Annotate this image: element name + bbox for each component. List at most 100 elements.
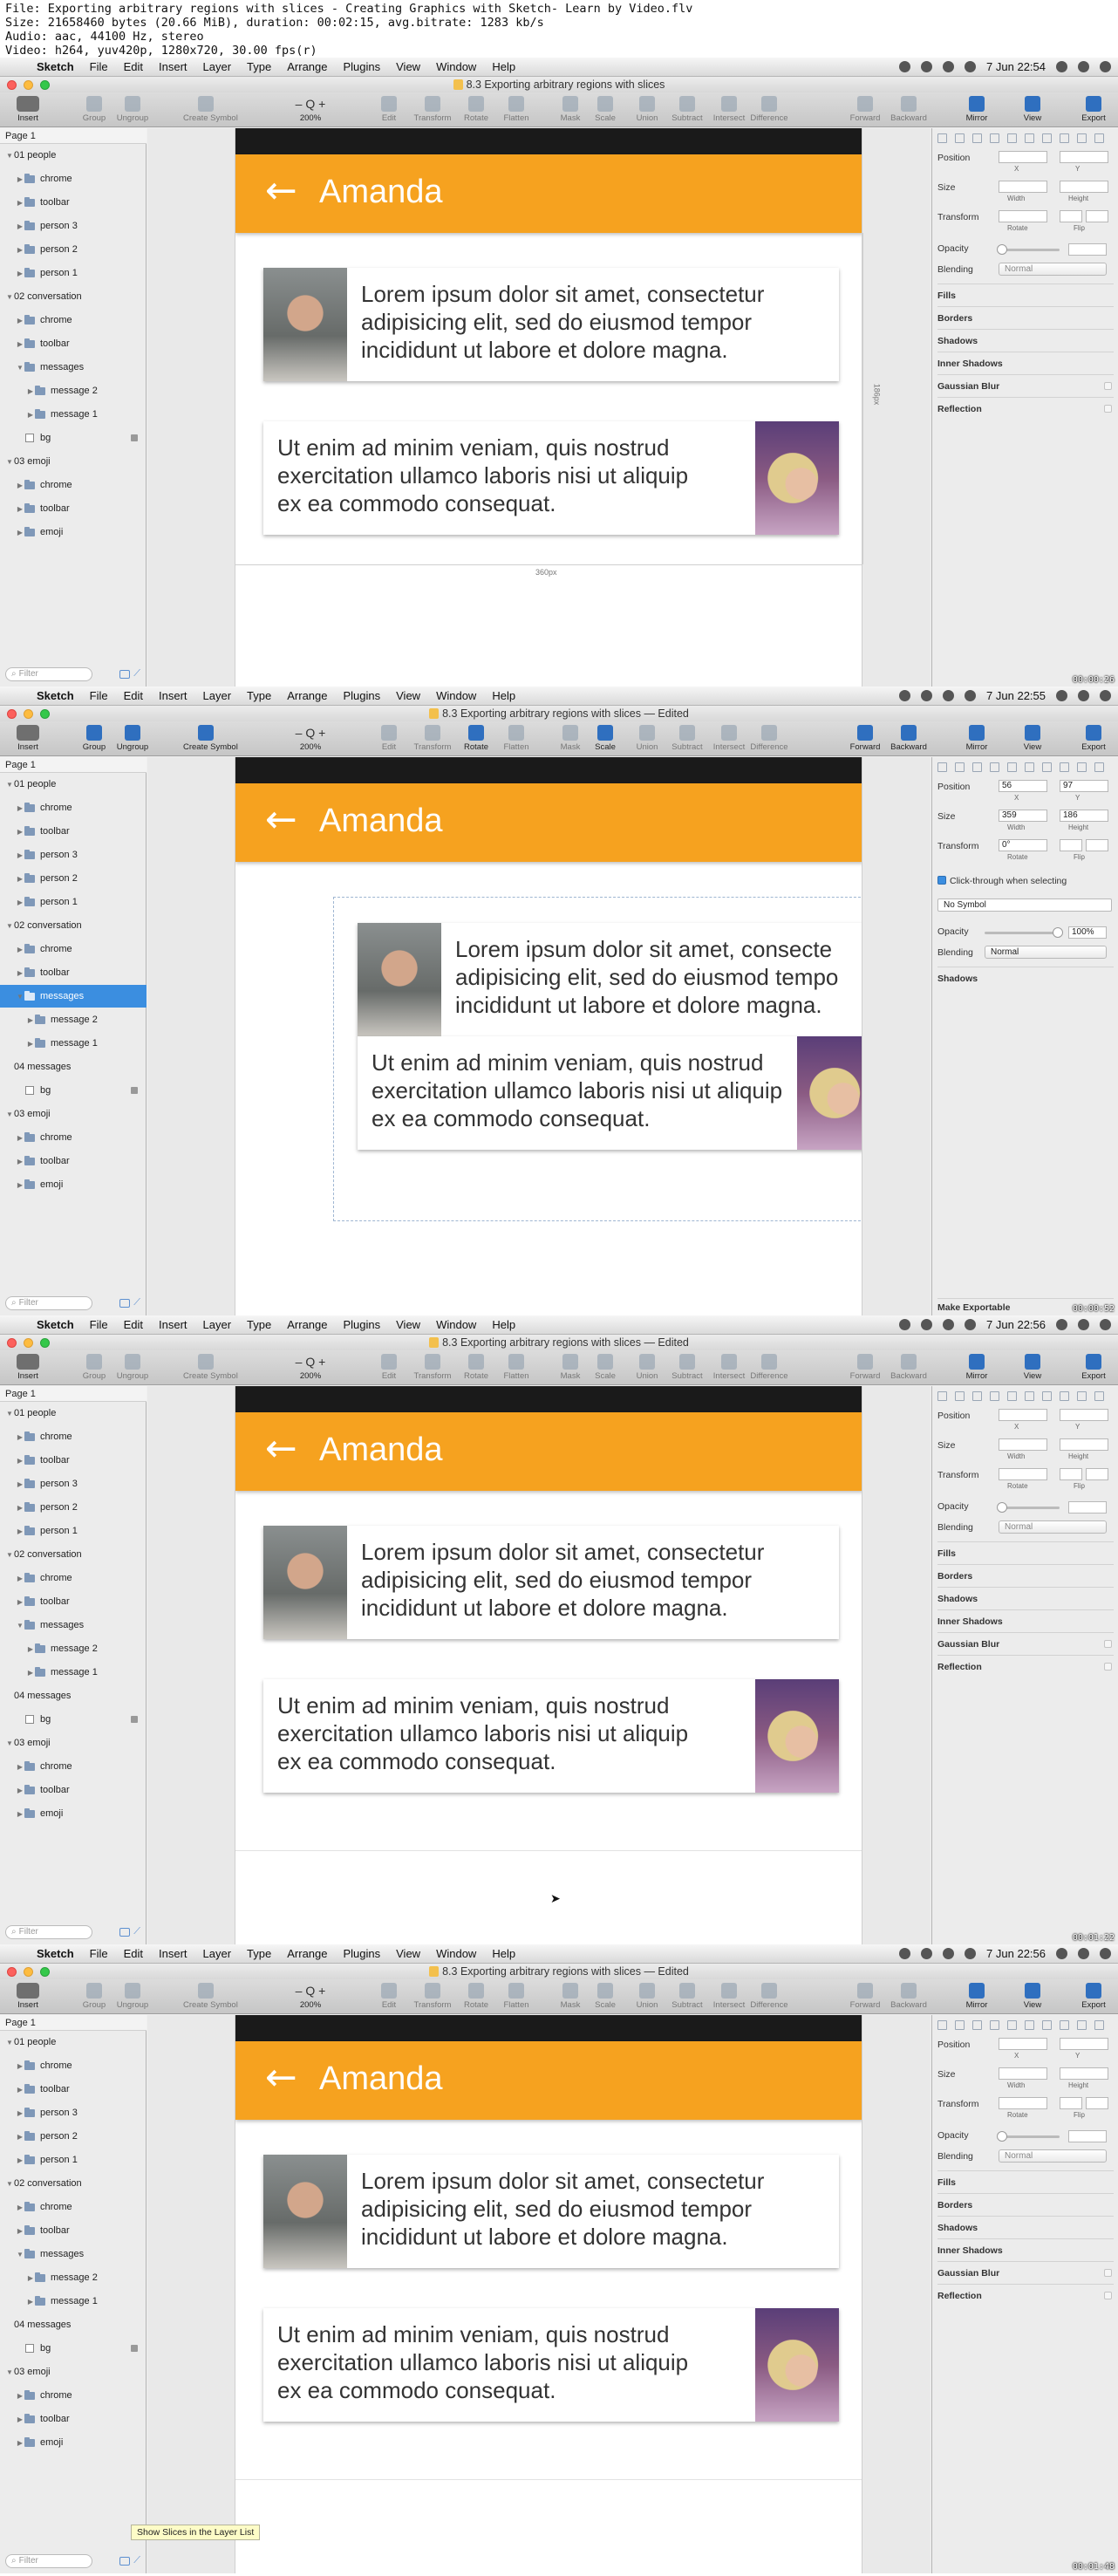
user-icon[interactable] xyxy=(1056,690,1067,701)
toolbar-insert-button[interactable]: Insert xyxy=(5,725,51,755)
align-icon[interactable] xyxy=(1042,133,1052,143)
menu-arrange[interactable]: Arrange xyxy=(287,689,327,702)
align-icon[interactable] xyxy=(1007,762,1017,772)
disclosure-chevron-icon[interactable]: ▶ xyxy=(16,1787,24,1794)
toolbar-intersect-button[interactable]: Intersect xyxy=(706,725,752,755)
disclosure-chevron-icon[interactable]: ▶ xyxy=(16,222,24,230)
width-field[interactable] xyxy=(999,1438,1047,1451)
layer-row[interactable]: ▶ person 3 xyxy=(0,215,147,237)
width-field[interactable]: 359 xyxy=(999,810,1047,822)
disclosure-chevron-icon[interactable]: ▼ xyxy=(16,2251,24,2258)
layer-row[interactable]: ▶ emoji xyxy=(0,521,147,543)
menu-view[interactable]: View xyxy=(396,1947,420,1960)
align-icon[interactable] xyxy=(990,2020,999,2030)
align-icon[interactable] xyxy=(1077,762,1087,772)
menu-help[interactable]: Help xyxy=(492,1947,515,1960)
section-toggle[interactable] xyxy=(1104,2269,1112,2277)
layer-row[interactable]: ▶ toolbar xyxy=(0,820,147,843)
menu-type[interactable]: Type xyxy=(247,689,271,702)
section-borders[interactable]: Borders xyxy=(937,1564,1114,1587)
toolbar-mirror-button[interactable]: Mirror xyxy=(954,1983,999,2012)
menu-edit[interactable]: Edit xyxy=(124,60,143,73)
toolbar-view-button[interactable]: View xyxy=(1010,725,1055,755)
layer-row[interactable]: ▶ person 3 xyxy=(0,1472,147,1495)
layer-row[interactable]: ▶ person 1 xyxy=(0,891,147,913)
toolbar-scale-button[interactable]: Scale xyxy=(583,1983,628,2012)
disclosure-chevron-icon[interactable]: ▶ xyxy=(16,1527,24,1535)
rotate-field[interactable]: 0° xyxy=(999,839,1047,851)
layer-row[interactable]: ▶ emoji xyxy=(0,2431,147,2454)
disclosure-chevron-icon[interactable]: ▶ xyxy=(16,875,24,883)
message-bubble[interactable]: Ut enim ad minim veniam, quis nostrud exe… xyxy=(263,1679,839,1793)
toolbar-rotate-button[interactable]: Rotate xyxy=(453,1354,499,1384)
toolbar-200--button[interactable]: – Q +200% xyxy=(288,96,333,126)
disclosure-chevron-icon[interactable]: ▶ xyxy=(16,1433,24,1441)
layer-row[interactable]: ▶ person 2 xyxy=(0,238,147,261)
section-inner-shadows[interactable]: Inner Shadows xyxy=(937,352,1114,374)
show-slices-icon[interactable]: ⟋ xyxy=(133,1926,140,1937)
lock-icon[interactable] xyxy=(131,2345,138,2352)
layer-row[interactable]: ▶ person 3 xyxy=(0,2101,147,2124)
disclosure-chevron-icon[interactable]: ▶ xyxy=(16,2392,24,2400)
tray-icon[interactable] xyxy=(921,1319,933,1330)
section-toggle[interactable] xyxy=(1104,1663,1112,1671)
disclosure-chevron-icon[interactable]: ▼ xyxy=(5,1410,14,1418)
menu-arrange[interactable]: Arrange xyxy=(287,60,327,73)
artboard-02-conversation[interactable]: ← Amanda Lorem ipsum dolor sit amet, con… xyxy=(235,2015,862,2573)
toolbar-union-button[interactable]: Union xyxy=(624,725,670,755)
menu-plugins[interactable]: Plugins xyxy=(343,60,380,73)
align-icon[interactable] xyxy=(1094,133,1104,143)
search-icon[interactable] xyxy=(1078,690,1089,701)
toolbar-forward-button[interactable]: Forward xyxy=(842,1983,888,2012)
tray-icon[interactable] xyxy=(943,61,955,72)
toolbar-insert-button[interactable]: Insert xyxy=(5,96,51,126)
opacity-field[interactable]: 100% xyxy=(1068,926,1107,939)
toolbar-subtract-button[interactable]: Subtract xyxy=(665,725,710,755)
layer-row[interactable]: ▶ chrome xyxy=(0,1567,147,1589)
toolbar-backward-button[interactable]: Backward xyxy=(886,96,931,126)
layer-filter-input[interactable]: ⌕ Filter xyxy=(5,1925,92,1939)
tray-icon[interactable] xyxy=(899,61,911,72)
page-selector[interactable]: Page 1 xyxy=(0,1386,147,1402)
layer-row[interactable]: ▶ chrome xyxy=(0,309,147,331)
menu-view[interactable]: View xyxy=(396,1318,420,1331)
toolbar-rotate-button[interactable]: Rotate xyxy=(453,96,499,126)
menu-insert[interactable]: Insert xyxy=(159,1947,187,1960)
tray-icon[interactable] xyxy=(921,61,933,72)
toolbar-ungroup-button[interactable]: Ungroup xyxy=(110,1983,155,2012)
menu-arrange[interactable]: Arrange xyxy=(287,1318,327,1331)
align-icon[interactable] xyxy=(1094,2020,1104,2030)
tray-icon[interactable] xyxy=(921,1948,933,1959)
toolbar-union-button[interactable]: Union xyxy=(624,1354,670,1384)
layer-row[interactable]: ▶ message 1 xyxy=(0,1661,147,1684)
disclosure-chevron-icon[interactable]: ▶ xyxy=(16,482,24,489)
align-icon[interactable] xyxy=(1060,1391,1069,1401)
canvas[interactable]: ← Amanda Lorem ipsum dolor sit amet, con… xyxy=(147,1386,931,1944)
toolbar-edit-button[interactable]: Edit xyxy=(366,1354,412,1384)
layer-row[interactable]: ▶ emoji xyxy=(0,1173,147,1196)
toolbar-rotate-button[interactable]: Rotate xyxy=(453,1983,499,2012)
artboard-02-conversation[interactable]: ← Amanda Lorem ipsum dolor sit amet, con… xyxy=(235,757,862,1315)
layer-row[interactable]: ▶ chrome xyxy=(0,1425,147,1448)
toolbar-flatten-button[interactable]: Flatten xyxy=(494,96,539,126)
section-inner-shadows[interactable]: Inner Shadows xyxy=(937,1609,1114,1632)
toolbar-create-symbol-button[interactable]: Create Symbol xyxy=(183,96,238,126)
disclosure-chevron-icon[interactable]: ▶ xyxy=(16,340,24,348)
disclosure-chevron-icon[interactable]: ▶ xyxy=(16,2204,24,2211)
blending-select[interactable]: Normal xyxy=(999,263,1107,276)
section-shadows[interactable]: Shadows xyxy=(937,2216,1114,2238)
layer-row[interactable]: ▶ chrome xyxy=(0,1126,147,1149)
show-slices-icon[interactable]: ⟋ xyxy=(133,1297,140,1308)
toolbar-transform-button[interactable]: Transform xyxy=(410,1983,455,2012)
menu-layer[interactable]: Layer xyxy=(203,60,232,73)
toolbar-ungroup-button[interactable]: Ungroup xyxy=(110,1354,155,1384)
align-icon[interactable] xyxy=(1042,2020,1052,2030)
layer-row[interactable]: ▶ message 2 xyxy=(0,379,147,402)
y-field[interactable] xyxy=(1060,151,1108,163)
menu-clock[interactable]: 7 Jun 22:55 xyxy=(986,689,1046,702)
section-shadows[interactable]: Shadows xyxy=(937,1587,1114,1609)
section-toggle[interactable] xyxy=(1104,382,1112,390)
menu-window[interactable]: Window xyxy=(436,689,476,702)
toolbar-forward-button[interactable]: Forward xyxy=(842,1354,888,1384)
align-icon[interactable] xyxy=(972,762,982,772)
